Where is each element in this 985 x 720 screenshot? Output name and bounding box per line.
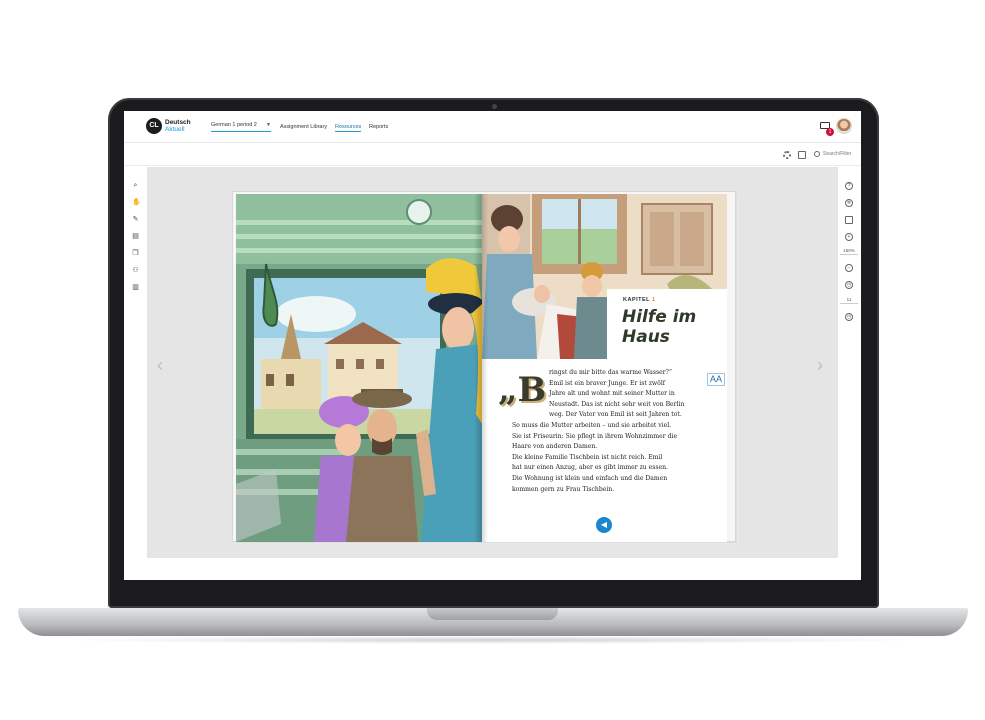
text-line: Die kleine Familie Tischbein ist nicht r… <box>512 453 663 461</box>
text-line: Die Wohnung ist klein und einfach und di… <box>512 474 668 482</box>
chapter-title: Hilfe im Haus <box>622 307 697 347</box>
pen-icon[interactable]: ✎ <box>132 216 139 223</box>
image-icon[interactable] <box>845 216 853 224</box>
text-line: Jahre alt und wohnt mit seiner Mutter in <box>549 390 675 398</box>
viewer-toolbar <box>124 144 861 166</box>
chapter-label-text: KAPITEL <box>623 297 650 303</box>
chevron-down-icon: ▼ <box>266 122 271 128</box>
text-line: kommen gern zu Frau Tischbein. <box>512 485 615 493</box>
text-line: Emil ist ein braver Junge. Er ist zwölf <box>549 379 666 387</box>
avatar[interactable] <box>836 118 852 134</box>
text-line: ringst du mir bitte das warme Wasser?“ <box>549 369 673 376</box>
chapter-label: KAPITEL 1 <box>623 297 656 303</box>
settings-icon[interactable]: ✲ <box>845 199 853 207</box>
gear-icon[interactable] <box>783 151 791 159</box>
search-icon[interactable] <box>814 151 820 157</box>
copy-pages-icon[interactable]: ❐ <box>132 250 139 257</box>
nav-assignment-library[interactable]: Assignment Library <box>280 124 327 130</box>
screen: CL Deutsch Aktuell German 1 period 2 ▼ A… <box>124 111 861 580</box>
mail-badge: 1 <box>826 128 834 136</box>
nav-reports[interactable]: Reports <box>369 124 388 130</box>
right-tool-rail <box>838 167 861 558</box>
zoom-level: 150% <box>840 248 858 255</box>
top-navigation: CL Deutsch Aktuell German 1 period 2 ▼ A… <box>124 111 861 143</box>
book-gutter <box>474 194 488 542</box>
search-filter-button[interactable]: Search/Filter <box>823 151 851 157</box>
clock-icon[interactable]: ◷ <box>845 313 853 321</box>
help-icon[interactable]: ? <box>845 182 853 190</box>
text-line: weg. Der Vater von Emil ist seit Jahren … <box>549 411 682 419</box>
open-external-icon[interactable] <box>798 151 806 159</box>
history-icon[interactable]: ◷ <box>845 281 853 289</box>
zoom-out-icon[interactable]: − <box>845 264 853 272</box>
previous-page-arrow[interactable]: ‹ <box>157 355 163 376</box>
left-tool-rail <box>124 167 147 558</box>
book-icon[interactable]: ▥ <box>132 284 139 291</box>
share-users-icon[interactable]: ⚇ <box>132 267 139 274</box>
next-page-arrow[interactable]: › <box>817 355 823 376</box>
speaker-icon: ◀ <box>600 520 608 529</box>
laptop-shadow <box>60 636 926 644</box>
webcam <box>492 104 497 109</box>
hand-pan-icon[interactable]: ✋ <box>132 199 141 206</box>
brand-line2: Aktuell <box>165 126 185 133</box>
text-size-button[interactable]: AA <box>707 373 725 386</box>
brand-line1: Deutsch <box>165 119 191 126</box>
brand-name: Deutsch Aktuell <box>165 119 191 133</box>
zoom-in-icon[interactable]: + <box>845 233 853 241</box>
class-select-value: German 1 period 2 <box>211 122 257 128</box>
page-number[interactable]: 11 <box>840 297 858 304</box>
text-line: Sie ist Friseurin: Sie pflegt in ihrem W… <box>512 432 678 440</box>
class-select[interactable]: German 1 period 2 ▼ <box>211 120 271 132</box>
notes-icon[interactable]: ▤ <box>132 233 139 240</box>
chapter-body-text: ringst du mir bitte das warme Wasser?“ E… <box>512 368 708 495</box>
text-line: So muss die Mutter arbeiten – und sie ar… <box>512 421 672 429</box>
laptop-notch <box>427 608 558 620</box>
left-page-illustration <box>236 194 482 542</box>
audio-play-button[interactable]: ◀ <box>596 517 612 533</box>
logo[interactable]: CL <box>146 118 162 134</box>
chapter-number: 1 <box>651 297 656 303</box>
text-line: Haare von anderen Damen. <box>512 443 598 451</box>
zoom-search-icon[interactable]: ⌕ <box>132 182 139 189</box>
nav-resources[interactable]: Resources <box>335 124 362 132</box>
text-line: Neustadt. Das ist nicht sehr weit von Be… <box>549 400 685 408</box>
tram-illustration <box>236 194 482 542</box>
text-line: hat nur einen Anzug, aber es gibt immer … <box>512 464 668 472</box>
